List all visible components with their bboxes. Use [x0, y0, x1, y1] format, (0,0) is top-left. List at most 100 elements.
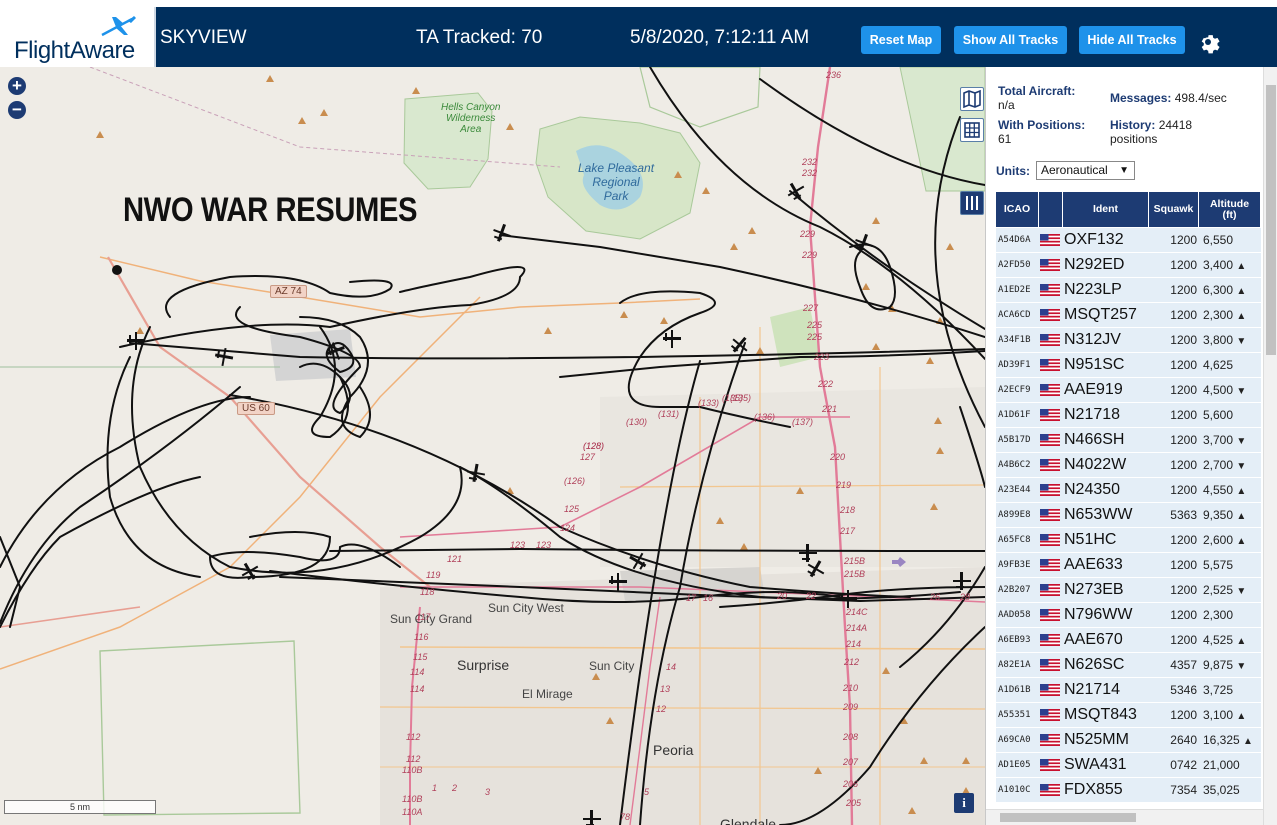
table-row[interactable]: A5B17D N466SH 1200 3,700 ▼	[996, 428, 1261, 452]
route-number: 115	[413, 652, 428, 662]
column-header-icao[interactable]: ICAO	[996, 192, 1039, 227]
squawk-cell: 0742	[1149, 753, 1199, 777]
vertical-scrollbar[interactable]	[1263, 67, 1277, 825]
table-row[interactable]: A899E8 N653WW 5363 9,350 ▲	[996, 503, 1261, 527]
us-flag-icon	[1040, 733, 1060, 746]
table-row[interactable]: A2ECF9 AAE919 1200 4,500 ▼	[996, 378, 1261, 402]
table-row[interactable]: A2FD50 N292ED 1200 3,400 ▲	[996, 253, 1261, 277]
grid-toggle-button[interactable]	[960, 118, 984, 142]
info-button[interactable]: i	[954, 793, 974, 813]
columns-toggle-button[interactable]	[960, 191, 984, 215]
skyview-app: FlightAware SKYVIEW TA Tracked: 70 5/8/2…	[0, 0, 1277, 825]
map-view[interactable]: Hells Canyon Wilderness Area Lake Pleasa…	[0, 67, 985, 825]
table-row[interactable]: A6EB93 AAE670 1200 4,525 ▲	[996, 628, 1261, 652]
table-row[interactable]: ACA6CD MSQT257 1200 2,300 ▲	[996, 303, 1261, 327]
table-row[interactable]: A1D61B N21714 5346 3,725	[996, 678, 1261, 702]
altitude-value: 3,700	[1203, 433, 1234, 447]
table-row[interactable]: A1D61F N21718 1200 5,600	[996, 403, 1261, 427]
table-row[interactable]: A55351 MSQT843 1200 3,100 ▲	[996, 703, 1261, 727]
route-number: 229	[802, 250, 818, 260]
altitude-value: 4,500	[1203, 383, 1234, 397]
show-all-tracks-button[interactable]: Show All Tracks	[954, 26, 1067, 54]
table-row[interactable]: AD39F1 N951SC 1200 4,625	[996, 353, 1261, 377]
with-positions-stat: With Positions: 61	[998, 118, 1085, 146]
flag-cell	[1039, 228, 1063, 252]
altitude-header-label: Altitude (ft)	[1209, 197, 1250, 221]
altitude-cell: 2,700 ▼	[1199, 453, 1261, 477]
vertical-scroll-thumb[interactable]	[1266, 85, 1276, 355]
table-row[interactable]: AD1E05 SWA431 0742 21,000	[996, 753, 1261, 777]
column-header-altitude[interactable]: Altitude (ft)	[1199, 192, 1261, 227]
us-flag-icon	[1040, 333, 1060, 346]
hide-all-tracks-button[interactable]: Hide All Tracks	[1079, 26, 1185, 54]
zoom-out-button[interactable]: −	[8, 101, 26, 119]
squawk-cell: 1200	[1149, 603, 1199, 627]
altitude-value: 6,550	[1203, 233, 1234, 247]
route-number: 119	[426, 570, 441, 580]
flightaware-logo[interactable]: FlightAware	[0, 7, 156, 67]
table-row[interactable]: A65FC8 N51HC 1200 2,600 ▲	[996, 528, 1261, 552]
map-label-peoria: Peoria	[653, 742, 694, 758]
column-header-flag[interactable]	[1039, 192, 1063, 227]
ident-cell: N51HC	[1063, 528, 1149, 552]
route-number: 206	[843, 779, 859, 789]
table-row[interactable]: A69CA0 N525MM 2640 16,325 ▲	[996, 728, 1261, 752]
map-layer-button[interactable]	[960, 87, 984, 111]
route-number: 214A	[846, 623, 868, 633]
route-number: 5	[644, 787, 650, 797]
table-row[interactable]: A2B207 N273EB 1200 2,525 ▼	[996, 578, 1261, 602]
ident-cell: N312JV	[1063, 328, 1149, 352]
reset-map-button[interactable]: Reset Map	[861, 26, 941, 54]
table-row[interactable]: A9FB3E AAE633 1200 5,575	[996, 553, 1261, 577]
flag-cell	[1039, 503, 1063, 527]
columns-icon	[966, 196, 978, 210]
flag-cell	[1039, 578, 1063, 602]
us-flag-icon	[1040, 658, 1060, 671]
column-header-squawk[interactable]: Squawk	[1149, 192, 1199, 227]
table-row[interactable]: A4B6C2 N4022W 1200 2,700 ▼	[996, 453, 1261, 477]
table-row[interactable]: A34F1B N312JV 1200 3,800 ▼	[996, 328, 1261, 352]
ident-cell: N626SC	[1063, 653, 1149, 677]
icao-cell: A65FC8	[996, 528, 1039, 552]
us-flag-icon	[1040, 683, 1060, 696]
route-number: 207	[843, 757, 859, 767]
route-number: (136)	[754, 412, 776, 422]
altitude-cell: 6,300 ▲	[1199, 278, 1261, 302]
route-number: 125	[564, 504, 580, 514]
map-canvas[interactable]	[0, 67, 985, 825]
altitude-trend-icon: ▲	[1243, 736, 1253, 747]
units-select[interactable]: Aeronautical ▼	[1036, 161, 1135, 180]
horizontal-scroll-thumb[interactable]	[1000, 813, 1136, 822]
altitude-trend-icon: ▲	[1236, 536, 1247, 547]
route-number: (135)	[730, 393, 752, 403]
route-number: 114	[410, 684, 425, 694]
route-number: 123	[536, 540, 552, 550]
aircraft-table-container[interactable]: ICAO Ident Squawk Altitude (ft) A54D6A OX…	[996, 191, 1261, 809]
column-header-ident[interactable]: Ident	[1063, 192, 1149, 227]
squawk-cell: 1200	[1149, 353, 1199, 377]
app-title: SKYVIEW	[160, 27, 247, 48]
us-flag-icon	[1040, 433, 1060, 446]
altitude-value: 35,025	[1203, 783, 1240, 797]
gear-icon[interactable]	[1196, 30, 1220, 54]
table-row[interactable]: A54D6A OXF132 1200 6,550	[996, 228, 1261, 252]
altitude-value: 4,525	[1203, 633, 1234, 647]
icao-cell: A1010C	[996, 778, 1039, 802]
table-row[interactable]: A1010C FDX855 7354 35,025	[996, 778, 1261, 802]
table-row[interactable]: AAD058 N796WW 1200 2,300	[996, 603, 1261, 627]
table-row[interactable]: A82E1A N626SC 4357 9,875 ▼	[996, 653, 1261, 677]
zoom-in-button[interactable]: +	[8, 77, 26, 95]
icao-cell: A34F1B	[996, 328, 1039, 352]
total-aircraft-stat: Total Aircraft: n/a	[998, 84, 1075, 112]
squawk-cell: 1200	[1149, 453, 1199, 477]
map-label-glendale: Glendale	[720, 816, 777, 825]
horizontal-scrollbar[interactable]	[986, 809, 1263, 825]
map-label-hells-canyon: Hells Canyon Wilderness Area	[441, 102, 501, 135]
table-row[interactable]: A23E44 N24350 1200 4,550 ▲	[996, 478, 1261, 502]
table-row[interactable]: A1ED2E N223LP 1200 6,300 ▲	[996, 278, 1261, 302]
icao-cell: A1D61B	[996, 678, 1039, 702]
dropdown-arrow-icon: ▼	[1119, 165, 1129, 176]
icao-cell: A9FB3E	[996, 553, 1039, 577]
altitude-cell: 9,350 ▲	[1199, 503, 1261, 527]
altitude-trend-icon: ▲	[1236, 286, 1247, 297]
